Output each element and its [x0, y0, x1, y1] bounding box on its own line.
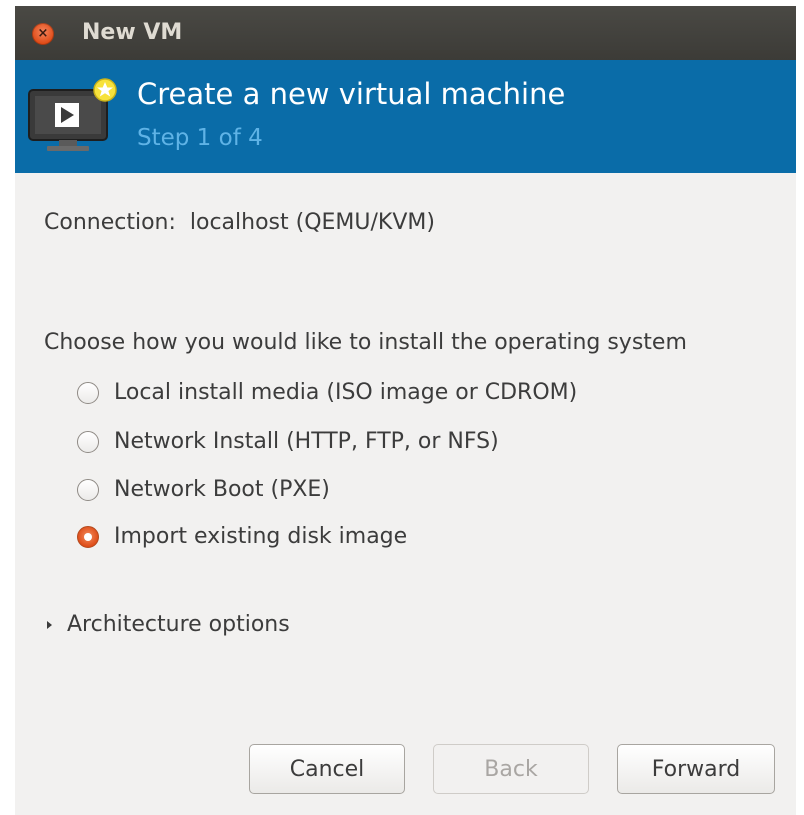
- radio-label: Network Boot (PXE): [114, 477, 330, 502]
- expander-arrow-icon[interactable]: [47, 621, 52, 629]
- radio-button[interactable]: [77, 479, 99, 501]
- title-bar[interactable]: × New VM: [15, 6, 796, 60]
- new-vm-dialog: × New VM Create a new virtual machine St…: [15, 6, 796, 815]
- architecture-options-expander[interactable]: Architecture options: [44, 609, 290, 641]
- forward-button[interactable]: Forward: [617, 744, 775, 794]
- wizard-step-indicator: Step 1 of 4: [137, 125, 263, 151]
- cancel-button[interactable]: Cancel: [249, 744, 405, 794]
- wizard-header: Create a new virtual machine Step 1 of 4: [15, 60, 796, 173]
- close-icon[interactable]: ×: [32, 23, 54, 45]
- radio-network-boot[interactable]: Network Boot (PXE): [77, 474, 330, 506]
- radio-import-disk-image[interactable]: Import existing disk image: [77, 521, 407, 553]
- radio-button[interactable]: [77, 382, 99, 404]
- radio-label: Local install media (ISO image or CDROM): [114, 380, 578, 405]
- radio-label: Import existing disk image: [114, 524, 408, 549]
- radio-button-selected[interactable]: [77, 526, 99, 548]
- back-button[interactable]: Back: [433, 744, 589, 794]
- connection-label: Connection: localhost (QEMU/KVM): [44, 210, 435, 235]
- radio-network-install[interactable]: Network Install (HTTP, FTP, or NFS): [77, 426, 499, 458]
- install-method-prompt: Choose how you would like to install the…: [44, 330, 687, 355]
- radio-button[interactable]: [77, 431, 99, 453]
- radio-local-install-media[interactable]: Local install media (ISO image or CDROM): [77, 377, 577, 409]
- radio-label: Network Install (HTTP, FTP, or NFS): [114, 429, 499, 454]
- new-vm-monitor-icon: [28, 78, 117, 151]
- architecture-options-label: Architecture options: [67, 612, 290, 637]
- wizard-title: Create a new virtual machine: [137, 77, 566, 111]
- window-title: New VM: [82, 20, 183, 45]
